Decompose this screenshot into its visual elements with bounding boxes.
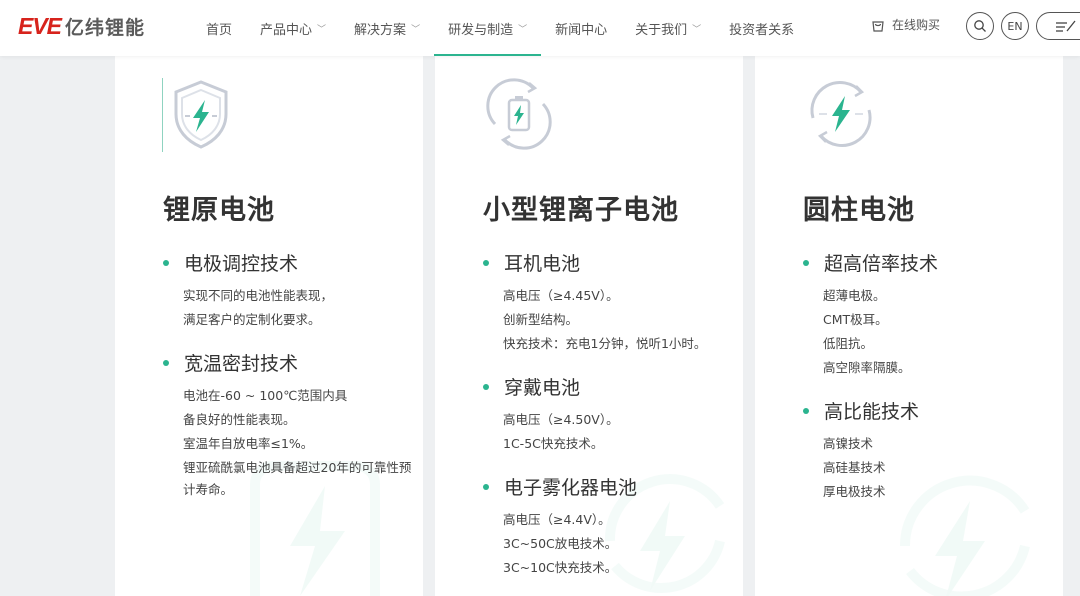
logo-mark: EVE	[18, 12, 62, 39]
feature-item: 电子雾化器电池 高电压（≥4.4V）。 3C~50C放电技术。 3C~10C快充…	[483, 473, 743, 580]
desc-line: 厚电极技术	[823, 484, 886, 499]
shield-bolt-icon	[174, 80, 228, 149]
feature-item: 穿戴电池 高电压（≥4.50V）。 1C-5C快充技术。	[483, 373, 743, 456]
desc-line: 3C~10C快充技术。	[503, 560, 618, 575]
bullet-dot	[803, 407, 809, 414]
language-label: EN	[1007, 19, 1023, 33]
site-header: EVE 亿纬锂能 首页 产品中心 ﹀ 解决方案 ﹀ 研发与制造 ﹀ 新闻中心 关于我们…	[0, 0, 1080, 56]
feature-item: 超高倍率技术 超薄电极。 CMT极耳。 低阻抗。 高空隙率隔膜。	[803, 249, 1063, 380]
desc-line: 低阻抗。	[823, 336, 874, 351]
desc-line: 高电压（≥4.4V）。	[503, 512, 611, 527]
shopping-bag-icon	[872, 20, 884, 32]
feature-description: 实现不同的电池性能表现， 满足客户的定制化要求。	[183, 284, 423, 332]
feature-description: 电池在-60 ~ 100℃范围内具 备良好的性能表现。 室温年自放电率≤1%。 …	[183, 384, 423, 501]
feature-description: 高电压（≥4.4V）。 3C~50C放电技术。 3C~10C快充技术。	[503, 508, 743, 580]
nav-item-investors[interactable]: 投资者关系	[715, 0, 808, 56]
product-card-cylindrical: 圆柱电池 超高倍率技术 超薄电极。 CMT极耳。 低阻抗。 高空隙率隔膜。 高比…	[755, 56, 1063, 596]
card-title: 圆柱电池	[803, 195, 915, 226]
nav-label: 产品中心	[260, 22, 313, 38]
nav-label: 研发与制造	[448, 22, 514, 38]
desc-line: 3C~50C放电技术。	[503, 536, 618, 551]
nav-label: 首页	[206, 22, 233, 38]
feature-name: 耳机电池	[504, 253, 581, 275]
bullet-dot	[163, 259, 169, 266]
nav-label: 新闻中心	[555, 22, 608, 38]
desc-line: 创新型结构。	[503, 312, 579, 327]
desc-line: 实现不同的电池性能表现，	[183, 288, 334, 303]
desc-line: 快充技术：充电1分钟，悦听1小时。	[503, 336, 707, 351]
desc-line: 电池在-60 ~ 100℃范围内具	[183, 388, 348, 403]
feature-name: 电极调控技术	[184, 253, 299, 275]
feature-description: 高电压（≥4.45V）。 创新型结构。 快充技术：充电1分钟，悦听1小时。	[503, 284, 743, 356]
desc-line: 超薄电极。	[823, 288, 886, 303]
search-button[interactable]	[966, 12, 994, 40]
cycle-bolt-icon	[810, 81, 872, 147]
desc-line: 备良好的性能表现。	[183, 412, 296, 427]
chevron-down-icon: ﹀	[411, 24, 421, 35]
chevron-down-icon: ﹀	[317, 24, 327, 35]
logo[interactable]: EVE 亿纬锂能	[18, 12, 145, 40]
nav-label: 关于我们	[635, 22, 688, 38]
nav-item-home[interactable]: 首页	[192, 0, 246, 56]
bullet-dot	[483, 259, 489, 266]
nav-item-news[interactable]: 新闻中心	[541, 0, 621, 56]
feature-item: 电极调控技术 实现不同的电池性能表现， 满足客户的定制化要求。	[163, 249, 423, 332]
battery-cycle-icon	[486, 78, 552, 150]
feature-name: 穿戴电池	[504, 377, 581, 399]
nav-item-about[interactable]: 关于我们 ﹀	[621, 0, 715, 56]
chevron-down-icon: ﹀	[692, 24, 702, 35]
online-buy-link[interactable]: 在线购买	[870, 16, 940, 33]
desc-line: 高电压（≥4.45V）。	[503, 288, 619, 303]
desc-line: 高镍技术	[823, 436, 874, 451]
nav-item-solutions[interactable]: 解决方案 ﹀	[340, 0, 434, 56]
bullet-dot	[803, 259, 809, 266]
feature-name: 电子雾化器电池	[504, 477, 638, 499]
feature-name: 高比能技术	[824, 401, 920, 423]
nav-label: 解决方案	[354, 22, 407, 38]
card-title: 锂原电池	[163, 195, 275, 226]
desc-line: 室温年自放电率≤1%。	[183, 436, 314, 451]
bullet-dot	[483, 483, 489, 490]
desc-line: 高硅基技术	[823, 460, 886, 475]
product-card-primary-lithium: 锂原电池 电极调控技术 实现不同的电池性能表现， 满足客户的定制化要求。 宽温密…	[115, 56, 423, 596]
desc-line: 1C-5C快充技术。	[503, 436, 604, 451]
desc-line: CMT极耳。	[823, 312, 888, 327]
desc-line: 满足客户的定制化要求。	[183, 312, 321, 327]
feature-item: 宽温密封技术 电池在-60 ~ 100℃范围内具 备良好的性能表现。 室温年自放…	[163, 349, 423, 501]
search-icon	[974, 20, 986, 32]
feature-item: 耳机电池 高电压（≥4.45V）。 创新型结构。 快充技术：充电1分钟，悦听1小…	[483, 249, 743, 356]
edit-menu-icon	[1056, 20, 1076, 32]
desc-line: 锂亚硫酰氯电池具备超过20年的可靠性预计寿命。	[183, 460, 412, 497]
chevron-down-icon: ﹀	[518, 24, 528, 35]
bullet-dot	[163, 359, 169, 366]
main-nav: 首页 产品中心 ﹀ 解决方案 ﹀ 研发与制造 ﹀ 新闻中心 关于我们 ﹀ 投资者关系	[192, 0, 808, 56]
feature-name: 超高倍率技术	[824, 253, 939, 275]
language-button[interactable]: EN	[1001, 12, 1029, 40]
nav-item-rd[interactable]: 研发与制造 ﹀	[434, 0, 542, 56]
logo-text: 亿纬锂能	[65, 16, 146, 39]
desc-line: 高电压（≥4.50V）。	[503, 412, 619, 427]
feature-description: 高镍技术 高硅基技术 厚电极技术	[823, 432, 1063, 504]
feature-description: 高电压（≥4.50V）。 1C-5C快充技术。	[503, 408, 743, 456]
menu-button[interactable]	[1036, 12, 1080, 40]
bullet-dot	[483, 383, 489, 390]
accent-line	[162, 78, 163, 152]
card-title: 小型锂离子电池	[483, 195, 679, 226]
online-buy-label: 在线购买	[892, 18, 941, 32]
desc-line: 高空隙率隔膜。	[823, 360, 911, 375]
feature-name: 宽温密封技术	[184, 353, 299, 375]
nav-label: 投资者关系	[729, 22, 795, 38]
feature-description: 超薄电极。 CMT极耳。 低阻抗。 高空隙率隔膜。	[823, 284, 1063, 380]
nav-item-products[interactable]: 产品中心 ﹀	[246, 0, 340, 56]
feature-item: 高比能技术 高镍技术 高硅基技术 厚电极技术	[803, 397, 1063, 504]
product-card-small-li-ion: 小型锂离子电池 耳机电池 高电压（≥4.45V）。 创新型结构。 快充技术：充电…	[435, 56, 743, 596]
